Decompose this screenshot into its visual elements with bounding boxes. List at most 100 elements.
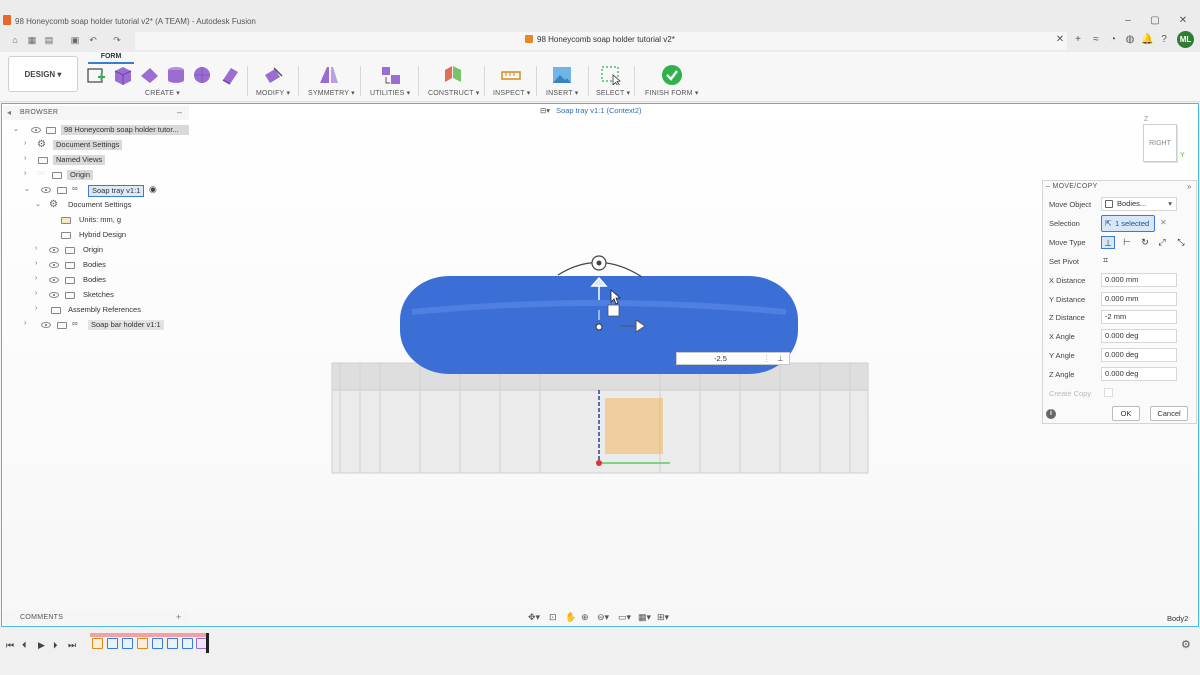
tree-item-sketches[interactable]: › Sketches [10,289,190,301]
z-distance-input[interactable]: -2 mm [1101,310,1177,324]
display-settings-icon[interactable]: ▭▾ [618,612,631,623]
document-tab[interactable]: 98 Honeycomb soap holder tutorial v2* [525,35,675,44]
data-panel-icon[interactable]: ▦ [27,36,37,45]
tree-item-soap-tray[interactable]: ⌄ ∞ Soap tray v1:1 ◉ [10,184,190,197]
set-pivot-icon[interactable]: ⌗ [1103,255,1108,266]
create-form-sketch-icon[interactable] [86,65,106,85]
create-copy-checkbox[interactable] [1104,388,1113,397]
more-options-icon[interactable]: ⋮ [763,353,771,364]
select-menu[interactable]: SELECT ▾ [596,89,630,97]
free-move-icon[interactable]: ⊥ [1101,236,1115,249]
utilities-icon[interactable] [380,65,402,85]
insert-image-icon[interactable] [551,65,573,85]
manipulator-distance-input[interactable]: -2.5 ⋮ ⊥ [676,352,790,365]
browser-minimize-icon[interactable]: – [177,107,182,117]
cancel-button[interactable]: Cancel [1150,406,1188,421]
symmetry-menu[interactable]: SYMMETRY ▾ [308,89,355,97]
context-breadcrumb[interactable]: ⊟▾ Soap tray v1:1 (Context2) [540,106,642,115]
tree-item-origin[interactable]: › ◌◌ Origin [10,169,190,181]
chevron-right-icon[interactable]: › [35,305,43,312]
tree-item-document-settings[interactable]: › ⚙ Document Settings [10,139,190,151]
tree-item-units[interactable]: Units: mm, g [10,214,190,226]
user-avatar[interactable]: ML [1177,31,1194,48]
comments-panel[interactable]: COMMENTS + [3,611,189,625]
help-icon[interactable]: ? [1158,34,1170,46]
visibility-eye-icon[interactable] [49,277,59,283]
grid-settings-icon[interactable]: ▦▾ [638,612,651,623]
box-icon[interactable] [112,65,134,85]
save-icon[interactable]: ▣ [70,36,80,45]
cylinder-icon[interactable] [166,65,186,85]
timeline-sketch-item[interactable] [92,638,103,649]
measure-icon[interactable] [500,65,522,85]
x-angle-input[interactable]: 0.000 deg [1101,329,1177,343]
insert-menu[interactable]: INSERT ▾ [546,89,578,97]
activate-radio-icon[interactable]: ◉ [149,184,157,195]
tree-item-bodies[interactable]: › Bodies [10,259,190,271]
y-distance-input[interactable]: 0.000 mm [1101,292,1177,306]
dialog-expand-icon[interactable]: » [1187,182,1191,191]
tree-item-bodies-2[interactable]: › Bodies [10,274,190,286]
visibility-eye-icon[interactable] [49,262,59,268]
plane-move-handle[interactable] [607,304,620,317]
chevron-right-icon[interactable]: › [24,170,32,177]
visibility-eye-icon[interactable] [31,127,41,133]
tab-form[interactable]: FORM [88,52,134,64]
viewcube[interactable]: RIGHT [1143,124,1177,162]
browser-header[interactable]: ◂ BROWSER – [3,106,189,120]
x-distance-input[interactable]: 0.000 mm [1101,273,1177,287]
chevron-right-icon[interactable]: › [24,140,32,147]
maximize-button[interactable]: ▢ [1147,15,1163,27]
orbit-icon[interactable]: ✥▾ [528,612,540,623]
info-icon[interactable]: i [1046,409,1056,419]
tree-item-origin-2[interactable]: › Origin [10,244,190,256]
workspace-switcher[interactable]: DESIGN ▾ [8,56,78,92]
timeline-next-icon[interactable]: ⏵ [53,640,58,651]
modify-menu[interactable]: MODIFY ▾ [256,89,290,97]
chevron-right-icon[interactable]: › [35,260,43,267]
timeline-feature-item[interactable] [152,638,163,649]
edit-form-icon[interactable] [262,65,284,85]
ok-button[interactable]: OK [1112,406,1140,421]
point-to-position-icon[interactable]: ⤡ [1174,236,1188,249]
distance-toggle-icon[interactable]: ⊥ [777,353,784,364]
viewports-icon[interactable]: ⊞▾ [657,612,669,623]
visibility-eye-icon[interactable] [49,292,59,298]
timeline-feature-item[interactable] [182,638,193,649]
zoom-icon[interactable]: ⊕ [581,612,589,623]
timeline-feature-item[interactable] [167,638,178,649]
timeline-marker[interactable] [206,633,209,653]
rotate-icon[interactable]: ↻ [1138,236,1152,249]
construct-plane-icon[interactable] [442,65,464,85]
create-menu[interactable]: CREATE ▾ [145,89,180,97]
tree-item-root[interactable]: ⌄ 98 Honeycomb soap holder tutor... [10,124,190,136]
sketch-profile[interactable] [605,398,663,454]
tree-item-document-settings-2[interactable]: ⌄ ⚙ Document Settings [10,199,190,211]
redo-icon[interactable]: ↷ [112,36,122,45]
tree-item-assembly-references[interactable]: › Assembly References [10,304,190,316]
translate-icon[interactable]: ⊢ [1120,236,1134,249]
close-window-button[interactable]: ✕ [1175,15,1191,27]
extensions-icon[interactable]: ≈ [1090,34,1102,46]
timeline-feature-item[interactable] [122,638,133,649]
selection-button[interactable]: ⇱ 1 selected [1101,215,1155,232]
chevron-right-icon[interactable]: › [35,290,43,297]
file-menu-icon[interactable]: ▤ [44,36,54,45]
sphere-icon[interactable] [192,65,212,85]
context-dropdown-icon[interactable]: ⊟▾ [540,106,550,115]
online-status-icon[interactable]: ◍ [1124,34,1136,46]
chevron-down-icon[interactable]: ⌄ [35,200,43,208]
z-angle-input[interactable]: 0.000 deg [1101,367,1177,381]
pan-icon[interactable]: ✋ [565,612,576,623]
construct-menu[interactable]: CONSTRUCT ▾ [428,89,479,97]
visibility-eye-icon[interactable] [49,247,59,253]
plane-icon[interactable] [139,65,159,85]
job-status-icon[interactable]: ◔ [1107,34,1119,46]
chevron-down-icon[interactable]: ⌄ [13,125,21,133]
model-scene[interactable] [320,250,880,490]
timeline-last-icon[interactable]: ⏭ [68,640,76,651]
zoom-window-icon[interactable]: ⊖▾ [597,612,609,623]
timeline-feature-item[interactable] [107,638,118,649]
home-icon[interactable]: ⌂ [10,36,20,45]
look-at-icon[interactable]: ⊡ [549,612,557,623]
